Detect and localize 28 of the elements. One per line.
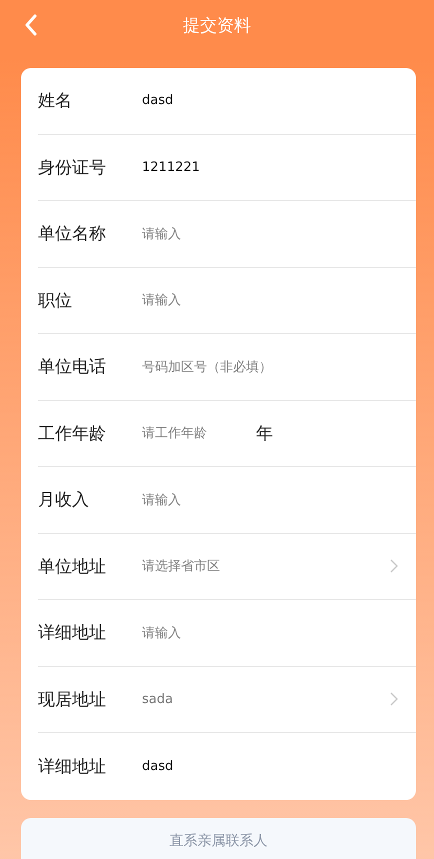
input-field[interactable]: sada (142, 692, 242, 707)
back-icon[interactable] (24, 14, 38, 36)
input-placeholder[interactable]: 请输入 (142, 490, 181, 509)
section-title: 直系亲属联系人 (170, 832, 268, 848)
input-placeholder[interactable]: 请选择省市区 (142, 557, 220, 576)
field-label: 现居地址 (38, 688, 107, 711)
input-placeholder[interactable]: 号码加区号（非必填） (142, 358, 272, 376)
field-label: 身份证号 (38, 156, 107, 179)
unit-label: 年 (256, 422, 273, 445)
field-label: 单位名称 (38, 223, 107, 246)
field-label: 单位电话 (38, 356, 107, 378)
chevron-right-icon[interactable] (390, 559, 398, 574)
input-placeholder[interactable]: 请工作年龄 (142, 424, 242, 442)
field-label: 职位 (38, 290, 73, 312)
input-field[interactable]: dasd (142, 758, 242, 774)
field-label: 工作年龄 (38, 422, 107, 445)
input-placeholder[interactable]: 请输入 (142, 291, 181, 310)
field-label: 月收入 (38, 489, 90, 512)
field-label: 姓名 (38, 90, 73, 112)
input-field[interactable]: 1211221 (142, 160, 242, 175)
input-field[interactable]: dasd (142, 93, 242, 108)
page-title: 提交资料 (183, 14, 251, 36)
field-label: 详细地址 (38, 622, 107, 644)
field-label: 单位地址 (38, 556, 107, 578)
field-label: 详细地址 (38, 756, 107, 778)
chevron-right-icon[interactable] (390, 692, 398, 706)
input-placeholder[interactable]: 请输入 (142, 624, 181, 642)
input-placeholder[interactable]: 请输入 (142, 224, 181, 243)
